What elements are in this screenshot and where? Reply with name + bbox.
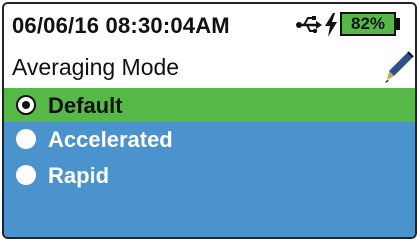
battery-percentage: 82%: [350, 14, 386, 33]
battery-tip: [396, 18, 400, 30]
option-accelerated[interactable]: Accelerated: [4, 122, 415, 156]
title-bar: Averaging Mode: [4, 44, 415, 88]
option-rapid[interactable]: Rapid: [4, 158, 415, 192]
usb-icon: [296, 16, 322, 34]
option-default[interactable]: Default: [4, 88, 415, 122]
status-bar: 06/06/16 08:30:04AM 82%: [4, 4, 415, 44]
averaging-mode-list: Default Accelerated Rapid: [4, 88, 415, 237]
pen-icon[interactable]: [384, 50, 414, 84]
radio-selected-icon[interactable]: [16, 95, 36, 115]
device-screen: 06/06/16 08:30:04AM 82% Averaging Mode D…: [2, 2, 417, 239]
radio-unselected-icon[interactable]: [16, 129, 36, 149]
option-label: Rapid: [48, 163, 110, 188]
radio-unselected-icon[interactable]: [16, 165, 36, 185]
datetime-readout: 06/06/16 08:30:04AM: [12, 13, 230, 38]
option-label: Accelerated: [48, 127, 173, 152]
page-title: Averaging Mode: [12, 54, 180, 80]
charging-bolt-icon: [325, 13, 337, 37]
option-label: Default: [48, 93, 123, 118]
battery-icon: 82%: [340, 12, 396, 36]
